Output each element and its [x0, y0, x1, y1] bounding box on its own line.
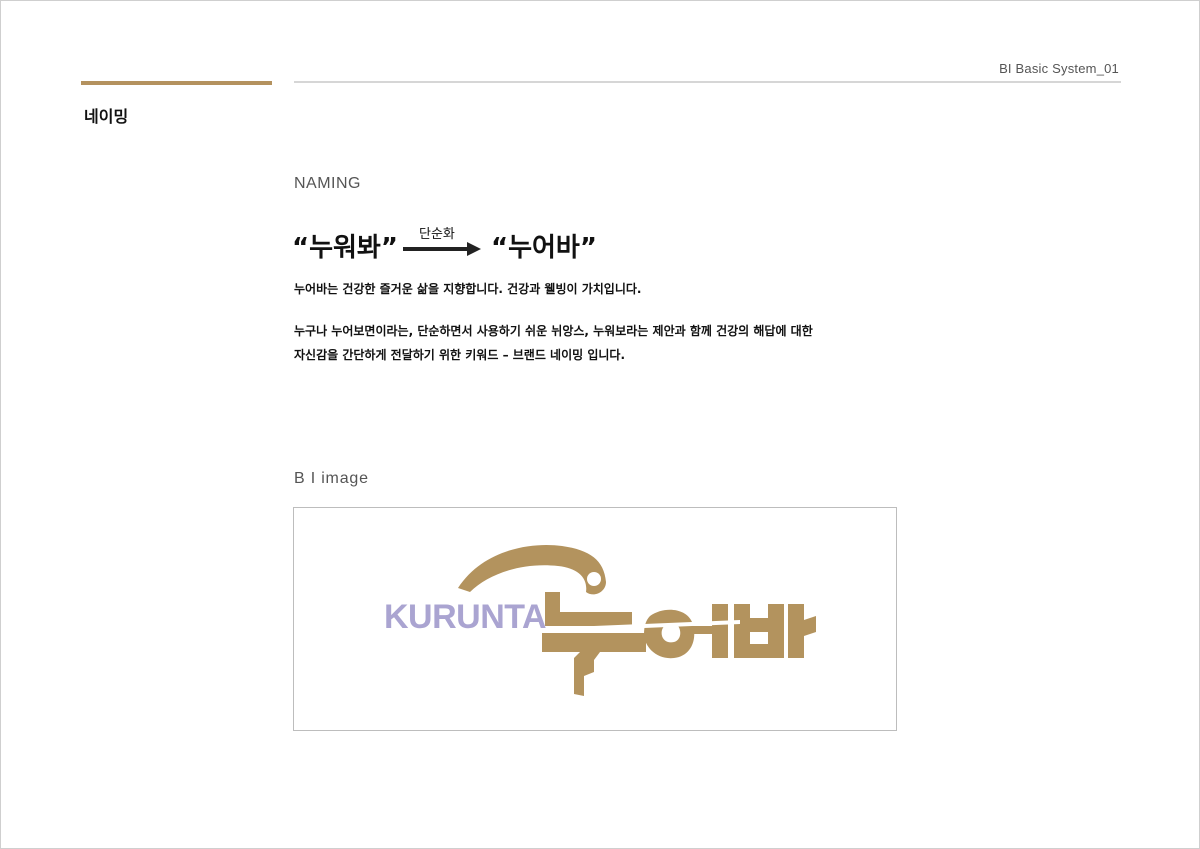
logo-glyph-nu-stem: [574, 652, 600, 696]
header-divider: [294, 81, 1121, 83]
bi-image-label: B I image: [294, 470, 369, 487]
naming-description-1: 누어바는 건강한 즐거운 삶을 지향합니다. 건강과 웰빙이 가치입니다.: [294, 277, 641, 301]
naming-description-2: 누구나 누어보면이라는, 단순하면서 사용하기 쉬운 뉘앙스, 누워보라는 제안…: [294, 319, 813, 367]
section-title: 네이밍: [84, 107, 129, 126]
page: BI Basic System_01 네이밍 NAMING “누워봐” 단순화 …: [0, 0, 1200, 849]
logo-swoosh: [458, 544, 606, 595]
arrow-caption: 단순화: [419, 227, 455, 242]
simplify-arrow-group: 단순화: [401, 223, 483, 263]
logo-glyph-nu-bar: [542, 633, 646, 652]
naming-description-line: 누어바는 건강한 즐거운 삶을 지향합니다. 건강과 웰빙이 가치입니다.: [294, 282, 642, 296]
logo-glyph-eo-stem: [712, 604, 728, 658]
right-arrow-icon: [403, 242, 481, 256]
naming-label: NAMING: [294, 175, 361, 192]
document-header-label: BI Basic System_01: [999, 61, 1119, 76]
logo-glyph-ba-b: [734, 604, 784, 658]
logo-glyph-eo-bar: [692, 626, 712, 634]
naming-transformation: “누워봐” 단순화 “누어바”: [292, 223, 712, 267]
logo-dot: [587, 572, 601, 586]
naming-description-line: 자신감을 간단하게 전달하기 위한 키워드 – 브랜드 네이밍 입니다.: [294, 348, 626, 362]
logo-glyph-eo-o: [644, 609, 695, 659]
original-name: “누워봐”: [292, 233, 398, 263]
logo-glyph-ba-stem: [788, 604, 816, 658]
bi-image-frame: KURUNTA: [293, 507, 897, 731]
brand-logo: KURUNTA: [384, 544, 816, 696]
logo-glyph-nu: [545, 592, 632, 626]
logo-wordmark-text: KURUNTA: [384, 598, 546, 636]
section-accent-bar: [81, 81, 272, 85]
naming-description-line: 누구나 누어보면이라는, 단순하면서 사용하기 쉬운 뉘앙스, 누워보라는 제안…: [294, 324, 813, 338]
simplified-name: “누어바”: [491, 233, 597, 263]
